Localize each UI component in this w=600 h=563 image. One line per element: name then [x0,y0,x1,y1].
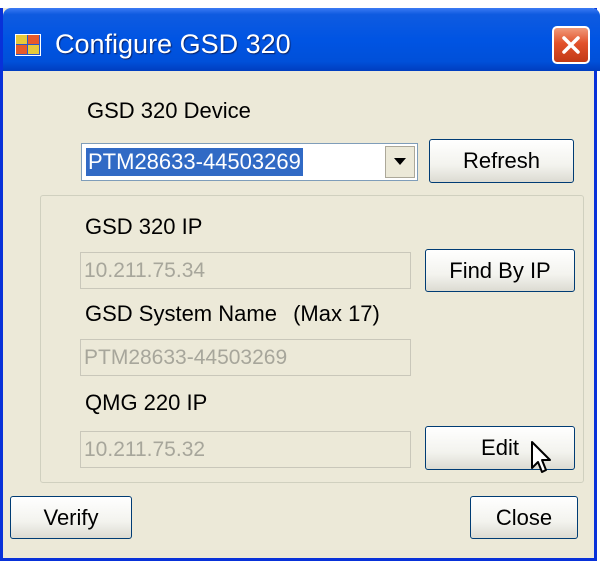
qmg-ip-field[interactable]: 10.211.75.32 [80,431,411,468]
system-name-label-text: GSD System Name [85,301,277,326]
system-name-max-hint: (Max 17) [293,301,380,326]
qmg-label: QMG 220 IP [85,390,208,415]
chevron-down-icon [394,158,406,165]
system-name-label: GSD System Name (Max 17) [85,301,380,327]
window-title: Configure GSD 320 [55,29,291,59]
mouse-pointer-icon [531,441,551,473]
system-name-field[interactable]: PTM28633-44503269 [80,339,411,376]
verify-button[interactable]: Verify [10,496,132,539]
device-dropdown-button[interactable] [385,146,415,178]
configure-dialog: Configure GSD 320 GSD 320 Device PTM2863… [0,8,600,561]
device-select[interactable]: PTM28633-44503269 [81,143,418,181]
app-icon [15,34,41,56]
window-close-button[interactable] [552,26,590,64]
device-label: GSD 320 Device [87,98,251,123]
device-selected-value: PTM28633-44503269 [86,148,303,176]
ip-label: GSD 320 IP [85,214,203,239]
refresh-button[interactable]: Refresh [429,139,574,183]
close-button[interactable]: Close [470,496,578,539]
close-x-icon [562,36,580,54]
find-by-ip-button[interactable]: Find By IP [425,249,575,292]
ip-field[interactable]: 10.211.75.34 [80,252,411,289]
title-bar[interactable]: Configure GSD 320 [3,8,600,71]
